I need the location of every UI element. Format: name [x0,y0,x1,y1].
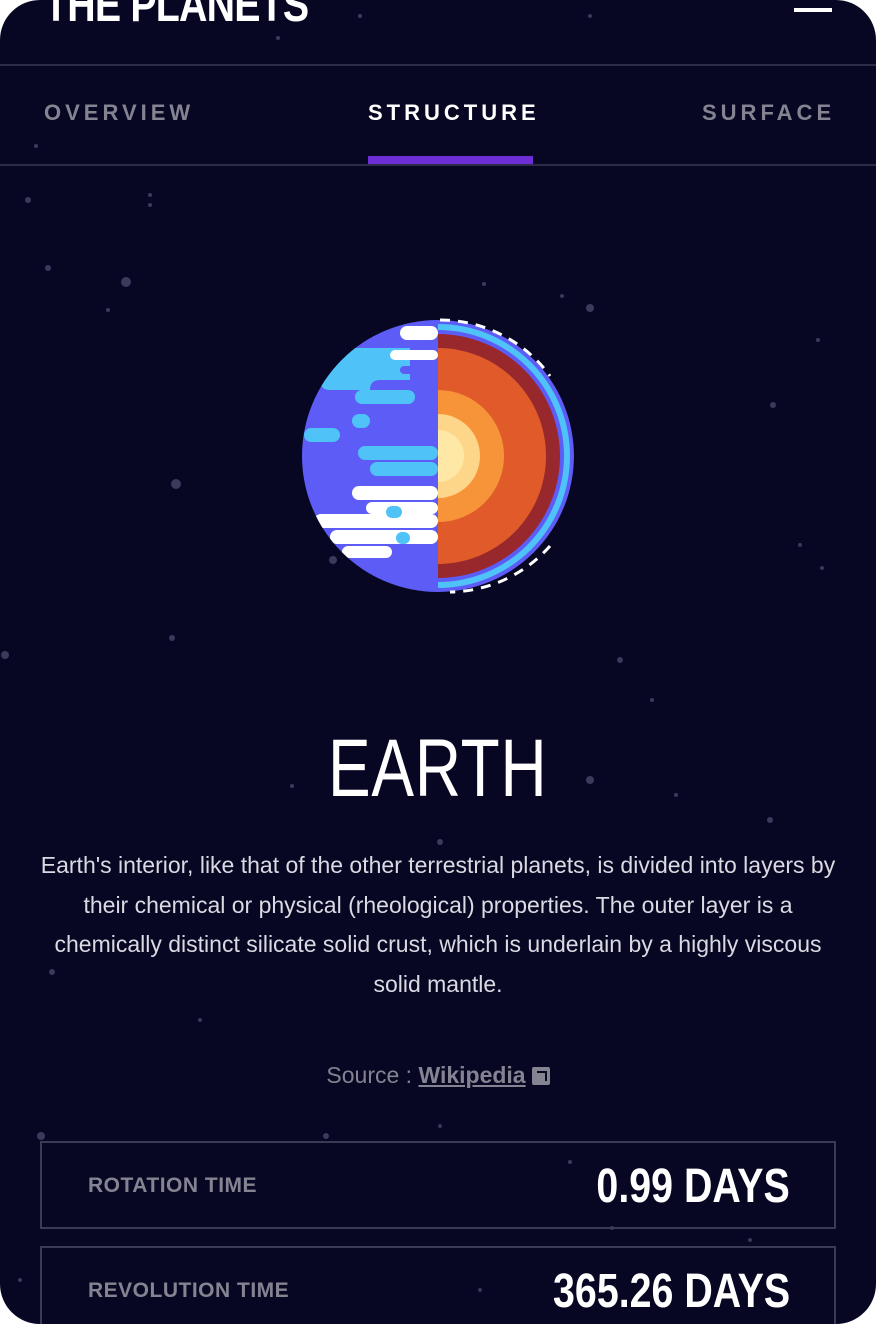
external-link-icon[interactable] [531,1067,550,1085]
earth-internal-structure-illustration [302,318,574,594]
stat-label: ROTATION TIME [88,1174,258,1197]
stat-label: REVOLUTION TIME [88,1279,290,1302]
app-frame: THE PLANETS OVERVIEW STRUCTURE SURFACE E… [0,0,876,1324]
stat-rotation-time: ROTATION TIME 0.99 DAYS [40,1141,836,1229]
source-line: Source : Wikipedia [0,1062,876,1089]
tab-bar: OVERVIEW STRUCTURE SURFACE [0,64,876,166]
hamburger-menu-icon[interactable] [794,0,834,16]
wikipedia-link[interactable]: Wikipedia [418,1062,525,1088]
tab-surface[interactable]: SURFACE [702,64,835,164]
stat-revolution-time: REVOLUTION TIME 365.26 DAYS [40,1246,836,1324]
starfield-background [1,14,824,1292]
active-tab-indicator [368,156,533,164]
planet-name: EARTH [328,723,548,814]
source-prefix: Source : [326,1062,419,1088]
tab-overview[interactable]: OVERVIEW [44,64,194,164]
top-header: THE PLANETS [0,0,876,66]
planet-description: Earth's interior, like that of the other… [40,852,836,997]
tab-structure[interactable]: STRUCTURE [368,64,540,164]
stat-value: 365.26 DAYS [552,1265,790,1318]
app-logo[interactable]: THE PLANETS [44,0,309,33]
stat-value: 0.99 DAYS [596,1160,790,1213]
